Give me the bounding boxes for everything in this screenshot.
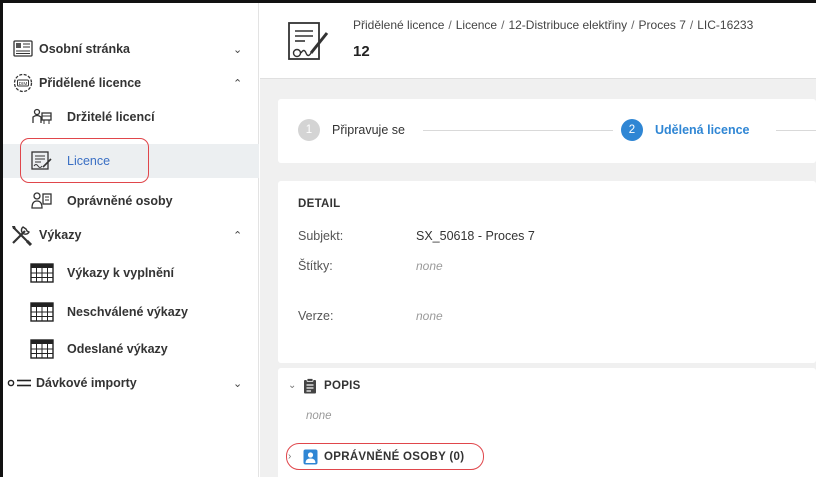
breadcrumb: Přidělené licence / Licence/12-Distribuce …: [353, 18, 754, 32]
chevron-up-icon[interactable]: ⌃: [233, 229, 242, 242]
svg-text:DIM: DIM: [19, 81, 28, 87]
status-stepper: 1 Připravuje se 2 Udělená licence: [278, 99, 816, 163]
detail-section: DETAIL Subjekt: SX_50618 - Proces 7 Štítk…: [278, 181, 816, 363]
page-title: 12: [353, 43, 370, 60]
tools-icon: [9, 223, 35, 247]
section-title: OPRÁVNĚNÉ OSOBY (0): [324, 450, 465, 463]
profile-icon: [12, 38, 34, 60]
page-header: Přidělené licence / Licence/12-Distribuce …: [260, 3, 816, 79]
detail-value: SX_50618 - Proces 7: [416, 229, 535, 243]
sidebar-item-osobni-stranka[interactable]: Osobní stránka ⌄: [3, 32, 259, 66]
step-pripravuje-se[interactable]: 1 Připravuje se: [298, 119, 405, 141]
detail-key: Subjekt:: [298, 229, 344, 243]
sidebar-item-label: Přidělené licence: [39, 76, 142, 90]
section-title: DETAIL: [298, 198, 341, 210]
chevron-up-icon[interactable]: ⌃: [233, 77, 242, 90]
sidebar-item-label: Výkazy: [39, 228, 82, 242]
breadcrumb-link[interactable]: 12-Distribuce elektřiny: [508, 18, 627, 32]
sidebar-item-label: Držitelé licencí: [67, 110, 155, 124]
breadcrumb-link[interactable]: Proces 7: [639, 18, 686, 32]
table-icon: [29, 338, 55, 360]
detail-value: none: [416, 259, 443, 273]
step-connector: [423, 130, 613, 131]
step-udelena-licence[interactable]: 2 Udělená licence: [621, 119, 750, 141]
popis-section: ⌄ POPIS none › OPRÁVNĚNÉ OSOBY (0): [278, 368, 816, 477]
sidebar-item-label: Osobní stránka: [39, 42, 130, 56]
license-badge-icon: DIM: [12, 72, 34, 94]
sidebar-item-neschvalene-vykazy[interactable]: Neschválené výkazy: [3, 295, 259, 329]
sidebar-item-label: Odeslané výkazy: [67, 342, 168, 356]
sidebar-item-label: Dávkové importy: [36, 376, 137, 390]
detail-value: none: [416, 309, 443, 323]
sidebar: Osobní stránka ⌄ DIM Přidělené licence ⌃…: [3, 3, 259, 477]
breadcrumb-current: LIC-16233: [697, 18, 754, 32]
table-icon: [29, 262, 55, 284]
authorized-persons-icon: [30, 190, 54, 212]
sidebar-item-pridelene-licence[interactable]: DIM Přidělené licence ⌃: [3, 66, 259, 100]
step-label: Připravuje se: [332, 123, 405, 137]
person-badge-icon: [302, 448, 318, 465]
sidebar-item-davkove-importy[interactable]: Dávkové importy ⌄: [3, 366, 259, 400]
main-content: Přidělené licence / Licence/12-Distribuce …: [260, 3, 816, 477]
authorized-persons-toggle[interactable]: › OPRÁVNĚNÉ OSOBY (0): [288, 448, 464, 465]
license-document-icon: [30, 150, 54, 172]
chevron-down-icon[interactable]: ⌄: [233, 43, 242, 56]
breadcrumb-link[interactable]: Přidělené licence: [353, 18, 444, 32]
popis-value: none: [306, 410, 332, 422]
detail-key: Verze:: [298, 309, 334, 323]
step-number: 2: [621, 119, 643, 141]
chevron-down-icon[interactable]: ⌄: [233, 377, 242, 390]
sidebar-item-odeslane-vykazy[interactable]: Odeslané výkazy: [3, 332, 259, 366]
detail-row-subjekt: Subjekt: SX_50618 - Proces 7: [298, 229, 535, 243]
sidebar-item-drzitele-licenci[interactable]: Držitelé licencí: [3, 100, 259, 134]
sidebar-item-label: Licence: [67, 154, 111, 168]
detail-row-verze: Verze: none: [298, 309, 443, 323]
chevron-down-icon: ⌄: [288, 380, 297, 391]
detail-key: Štítky:: [298, 259, 333, 273]
sidebar-item-vykazy-k-vyplneni[interactable]: Výkazy k vyplnění: [3, 256, 259, 290]
import-list-icon: [7, 374, 33, 392]
breadcrumb-link[interactable]: Licence: [456, 18, 497, 32]
license-holders-icon: [30, 106, 54, 128]
sidebar-item-vykazy[interactable]: Výkazy ⌃: [3, 218, 259, 252]
section-title: POPIS: [324, 379, 361, 392]
chevron-right-icon: ›: [288, 451, 292, 462]
detail-row-stitky: Štítky: none: [298, 259, 443, 273]
clipboard-icon: [302, 377, 318, 394]
sidebar-item-label: Výkazy k vyplnění: [67, 266, 175, 280]
sidebar-item-licence[interactable]: Licence: [3, 144, 259, 178]
step-connector: [776, 130, 816, 131]
license-document-icon: [287, 21, 331, 65]
sidebar-item-label: Oprávněné osoby: [67, 194, 173, 208]
popis-toggle[interactable]: ⌄ POPIS: [288, 377, 361, 394]
table-icon: [29, 301, 55, 323]
step-label: Udělená licence: [655, 123, 750, 137]
sidebar-item-opravnene-osoby[interactable]: Oprávněné osoby: [3, 184, 259, 218]
sidebar-item-label: Neschválené výkazy: [67, 305, 188, 319]
step-number: 1: [298, 119, 320, 141]
